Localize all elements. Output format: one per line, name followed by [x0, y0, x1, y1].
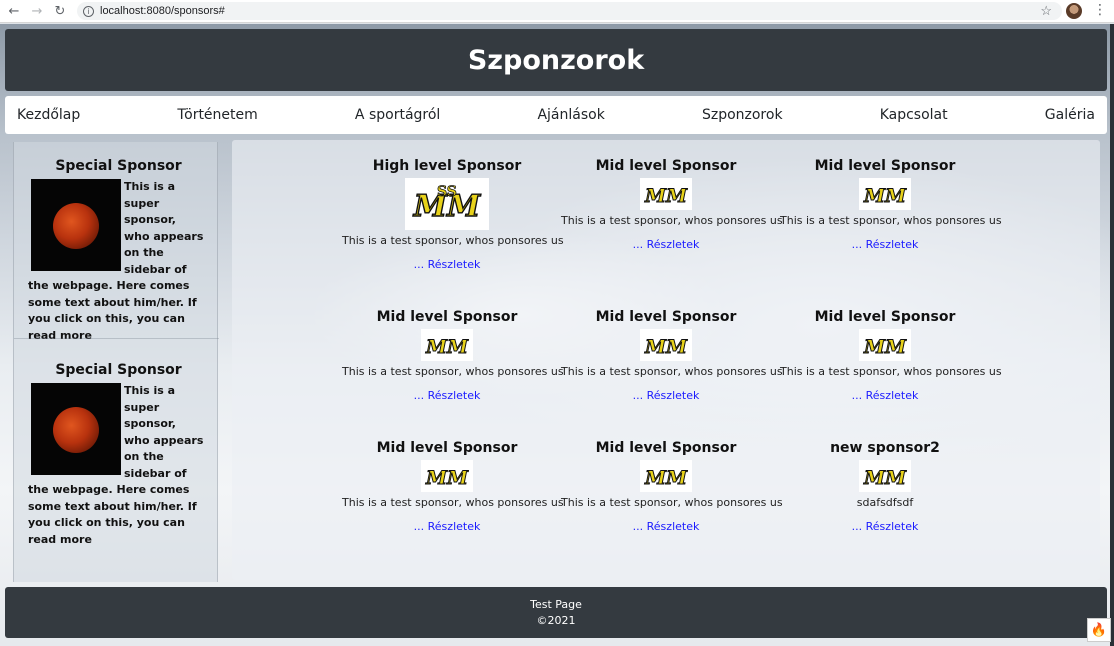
sponsor-logo: MM	[421, 329, 473, 361]
sponsor-card: High level Sponsor MM SS This is a test s…	[342, 156, 564, 271]
sponsor-logo: MM	[859, 460, 911, 492]
svg-text:MM: MM	[863, 185, 907, 207]
nav-item-sponsors[interactable]: Szponzorok	[702, 107, 783, 123]
nav-item-recommendations[interactable]: Ajánlások	[537, 107, 604, 123]
sponsor-title: Mid level Sponsor	[814, 309, 956, 325]
sponsor-details-link[interactable]: ... Részletek	[780, 389, 990, 402]
sponsor-title: Mid level Sponsor	[595, 158, 737, 174]
sponsor-logo: MM	[640, 329, 692, 361]
sponsor-details-link[interactable]: ... Részletek	[342, 520, 552, 533]
browser-toolbar: ← → ↻ i localhost:8080/sponsors# ☆ ⋮	[0, 0, 1114, 23]
footer-copyright: ©2021	[536, 614, 576, 627]
sponsor-details-link[interactable]: ... Részletek	[342, 258, 552, 271]
sponsor-title: Mid level Sponsor	[595, 440, 737, 456]
moon-image	[31, 179, 121, 271]
special-sponsor-title: Special Sponsor	[55, 362, 182, 378]
svg-text:SS: SS	[437, 184, 457, 200]
special-sponsor-title: Special Sponsor	[55, 158, 182, 174]
special-sponsor-body: This is a super sponsor, who appears on …	[28, 179, 205, 344]
sponsor-logo: MM	[859, 329, 911, 361]
svg-text:MM: MM	[863, 467, 907, 489]
sponsor-details-link[interactable]: ... Részletek	[342, 389, 552, 402]
sponsor-description: This is a test sponsor, whos ponsores us	[342, 496, 564, 509]
sidebar-divider	[14, 338, 219, 339]
sponsor-details-link[interactable]: ... Részletek	[561, 238, 771, 251]
sponsor-description: This is a test sponsor, whos ponsores us	[561, 496, 783, 509]
svg-text:MM: MM	[863, 336, 907, 358]
url-text: localhost:8080/sponsors#	[100, 5, 225, 17]
address-bar[interactable]: i localhost:8080/sponsors# ☆	[77, 2, 1062, 20]
nav-item-contact[interactable]: Kapcsolat	[880, 107, 948, 123]
sponsor-description: This is a test sponsor, whos ponsores us	[780, 214, 1002, 227]
sponsor-details-link[interactable]: ... Részletek	[561, 520, 771, 533]
sponsor-details-link[interactable]: ... Részletek	[780, 520, 990, 533]
sponsor-card: Mid level Sponsor MM This is a test spon…	[780, 156, 1002, 251]
sponsor-card: new sponsor2 MM sdafsdfsdf ... Részletek	[780, 438, 990, 533]
sponsor-details-link[interactable]: ... Részletek	[780, 238, 990, 251]
sponsor-grid: High level Sponsor MM SS This is a test s…	[232, 140, 1100, 580]
sponsor-logo: MM	[859, 178, 911, 210]
window-edge	[1110, 24, 1114, 646]
sponsor-title: new sponsor2	[830, 440, 940, 456]
bookmark-star-icon[interactable]: ☆	[1040, 3, 1052, 19]
special-sponsor-card[interactable]: Special Sponsor This is a super sponsor,…	[14, 360, 219, 548]
page-title: Szponzorok	[467, 44, 645, 76]
sponsor-description: This is a test sponsor, whos ponsores us	[342, 234, 564, 247]
sponsor-description: sdafsdfsdf	[856, 496, 914, 509]
sponsor-card: Mid level Sponsor MM This is a test spon…	[780, 307, 1002, 402]
svg-text:MM: MM	[644, 185, 688, 207]
nav-item-history[interactable]: Történetem	[177, 107, 257, 123]
sidebar: Special Sponsor This is a super sponsor,…	[13, 142, 219, 582]
forward-arrow-icon[interactable]: →	[28, 2, 46, 20]
sponsor-logo: MM	[421, 460, 473, 492]
sponsor-card: Mid level Sponsor MM This is a test spon…	[561, 156, 783, 251]
sponsor-title: High level Sponsor	[372, 158, 522, 174]
sponsor-logo: MM	[640, 178, 692, 210]
reload-icon[interactable]: ↻	[51, 2, 69, 20]
site-footer: Test Page ©2021	[5, 587, 1107, 638]
back-arrow-icon[interactable]: ←	[5, 2, 23, 20]
sponsor-title: Mid level Sponsor	[814, 158, 956, 174]
nav-item-sport[interactable]: A sportágról	[355, 107, 440, 123]
footer-text: Test Page	[530, 598, 582, 611]
sponsor-logo: MM SS	[405, 178, 489, 230]
info-icon[interactable]: i	[83, 5, 94, 17]
moon-image	[31, 383, 121, 475]
sponsor-card: Mid level Sponsor MM This is a test spon…	[342, 307, 564, 402]
nav-item-gallery[interactable]: Galéria	[1045, 107, 1095, 123]
svg-text:MM: MM	[425, 467, 469, 489]
sponsor-description: This is a test sponsor, whos ponsores us	[780, 365, 1002, 378]
flame-icon[interactable]: 🔥	[1087, 618, 1111, 642]
svg-text:MM: MM	[644, 336, 688, 358]
svg-text:MM: MM	[425, 336, 469, 358]
sponsor-title: Mid level Sponsor	[376, 440, 518, 456]
special-sponsor-body: This is a super sponsor, who appears on …	[28, 383, 205, 548]
menu-kebab-icon[interactable]: ⋮	[1093, 2, 1107, 18]
site-header: Szponzorok	[5, 29, 1107, 91]
sponsor-description: This is a test sponsor, whos ponsores us	[561, 365, 783, 378]
profile-avatar[interactable]	[1066, 3, 1082, 19]
nav-item-home[interactable]: Kezdőlap	[17, 107, 80, 123]
sponsor-card: Mid level Sponsor MM This is a test spon…	[342, 438, 564, 533]
sponsor-logo: MM	[640, 460, 692, 492]
sponsor-card: Mid level Sponsor MM This is a test spon…	[561, 307, 783, 402]
sponsor-title: Mid level Sponsor	[376, 309, 518, 325]
sponsor-description: This is a test sponsor, whos ponsores us	[561, 214, 783, 227]
sponsor-card: Mid level Sponsor MM This is a test spon…	[561, 438, 783, 533]
sponsor-title: Mid level Sponsor	[595, 309, 737, 325]
special-sponsor-card[interactable]: Special Sponsor This is a super sponsor,…	[14, 156, 219, 344]
svg-text:MM: MM	[644, 467, 688, 489]
sponsor-details-link[interactable]: ... Részletek	[561, 389, 771, 402]
sponsor-description: This is a test sponsor, whos ponsores us	[342, 365, 564, 378]
main-navbar: Kezdőlap Történetem A sportágról Ajánlás…	[5, 96, 1107, 134]
